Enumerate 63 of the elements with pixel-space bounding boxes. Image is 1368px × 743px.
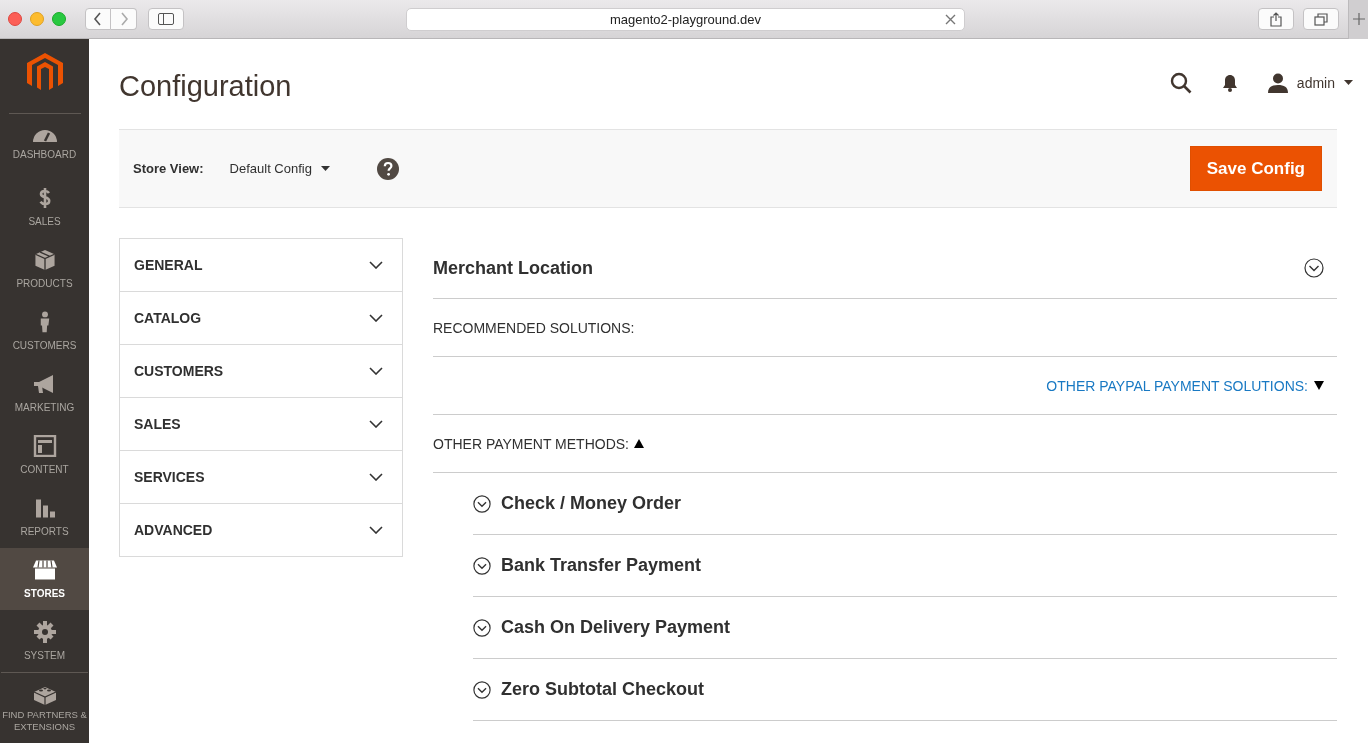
back-button[interactable] — [85, 8, 111, 30]
payment-method-header[interactable]: Cash On Delivery Payment — [473, 597, 1337, 659]
chevron-right-icon — [118, 12, 129, 26]
payment-methods-toggle[interactable]: OTHER PAYMENT METHODS: — [433, 435, 644, 452]
share-icon — [1270, 11, 1282, 27]
zoom-window-button[interactable] — [52, 12, 66, 26]
sidebar-item[interactable]: FIND PARTNERS & EXTENSIONS — [1, 672, 88, 742]
new-tab-button[interactable] — [1348, 0, 1368, 39]
sidebar-item[interactable]: REPORTS — [0, 486, 89, 548]
tabs-button[interactable] — [1303, 8, 1339, 30]
triangle-down-icon — [1314, 381, 1324, 390]
chevron-down-icon — [369, 420, 383, 428]
chevron-left-icon — [93, 12, 103, 26]
payment-method-header[interactable]: Check / Money Order — [473, 473, 1337, 535]
triangle-up-icon — [634, 439, 644, 448]
save-config-button[interactable]: Save Config — [1189, 146, 1322, 191]
caret-icon — [320, 166, 330, 171]
store-view-dropdown[interactable]: Default Config — [229, 161, 330, 176]
sidebar-item[interactable]: STORES — [0, 548, 89, 610]
gauge-icon — [31, 129, 58, 142]
sidebar-item[interactable]: CONTENT — [0, 424, 89, 486]
sidebar-icon — [158, 13, 174, 25]
chevron-down-icon — [369, 261, 383, 269]
plus-icon — [1352, 13, 1365, 25]
share-button[interactable] — [1258, 8, 1294, 30]
payment-method-title: Bank Transfer Payment — [501, 555, 702, 576]
sidebar-item[interactable]: MARKETING — [0, 362, 89, 424]
payment-method-header[interactable]: Bank Transfer Payment — [473, 535, 1337, 597]
store-view-label: Store View: — [133, 161, 204, 176]
chevron-down-icon — [369, 526, 383, 534]
user-menu[interactable]: admin — [1267, 72, 1353, 93]
sidebar-item[interactable]: PRODUCTS — [0, 238, 89, 300]
sidebar-toggle-button[interactable] — [148, 8, 184, 30]
caret-icon — [1344, 80, 1353, 85]
page-title: Configuration — [119, 70, 292, 103]
tabs-icon — [1314, 12, 1328, 26]
sidebar-item[interactable]: CUSTOMERS — [0, 300, 89, 362]
blocks-icon — [31, 684, 58, 706]
bell-icon[interactable] — [1221, 73, 1238, 92]
chevron-down-icon — [369, 314, 383, 322]
payment-method-title: Check / Money Order — [501, 493, 682, 514]
payment-method-title: Zero Subtotal Checkout — [501, 679, 704, 700]
search-icon[interactable] — [1169, 71, 1192, 94]
sidebar-item[interactable]: DASHBOARD — [0, 114, 89, 176]
chevron-down-icon — [369, 367, 383, 375]
logo-icon[interactable] — [26, 53, 63, 93]
layout-icon — [31, 434, 58, 457]
help-icon[interactable] — [376, 157, 399, 180]
storefront-icon — [31, 558, 58, 581]
clear-icon[interactable] — [945, 13, 956, 25]
payment-method-title: Cash On Delivery Payment — [501, 617, 731, 638]
gear-icon — [31, 620, 58, 643]
sidebar-item[interactable]: SYSTEM — [0, 610, 89, 672]
close-window-button[interactable] — [8, 12, 22, 26]
payment-method-header[interactable]: Zero Subtotal Checkout — [473, 659, 1337, 721]
section-heading: RECOMMENDED SOLUTIONS: — [433, 319, 635, 336]
url-text: magento2-playground.dev — [609, 11, 762, 27]
chevron-down-icon — [369, 473, 383, 481]
paypal-solutions-link[interactable]: OTHER PAYPAL PAYMENT SOLUTIONS: — [1046, 377, 1324, 394]
user-icon — [1267, 72, 1288, 93]
address-bar[interactable]: magento2-playground.dev — [406, 7, 965, 31]
sidebar-item[interactable]: SALES — [0, 176, 89, 238]
section-header[interactable]: Merchant Location — [433, 238, 1337, 299]
